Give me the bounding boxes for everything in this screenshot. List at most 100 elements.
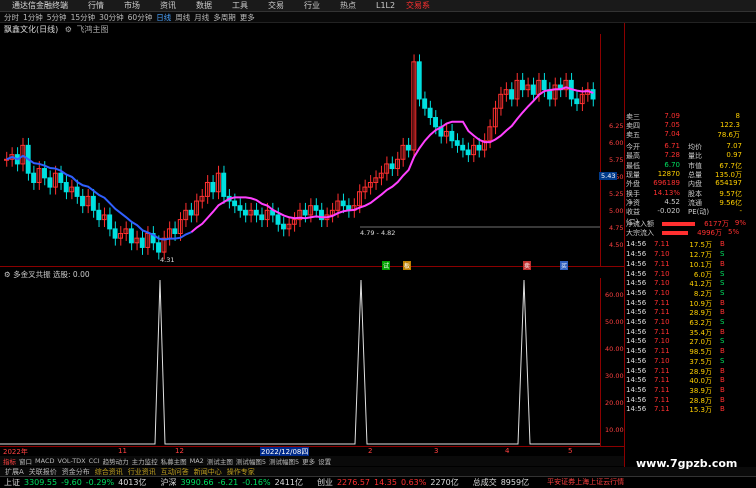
indicator-tab[interactable]: MA2 xyxy=(190,457,204,465)
menu-item-market[interactable]: 市场 xyxy=(124,0,140,11)
ask-label: 卖四 xyxy=(626,122,640,130)
tick-bs: B xyxy=(720,298,725,307)
flow-bar xyxy=(661,222,696,227)
period-tab[interactable]: 15分钟 xyxy=(71,12,96,23)
indicator-tab[interactable]: 设置 xyxy=(318,456,331,466)
settings-gear-icon[interactable]: ⚙ xyxy=(65,25,72,34)
period-tab[interactable]: 30分钟 xyxy=(99,12,124,23)
main-indicator-name[interactable]: 飞鸿主图 xyxy=(77,25,109,34)
indicator-tabs: 指标 窗口 MACD VOL-TDX CCI 趋势动力 主力监控 私募主图 MA2 测试主图 测试幅… xyxy=(0,456,624,466)
stat-label: 流通 xyxy=(688,198,702,207)
menu-item-quotes[interactable]: 行情 xyxy=(88,0,104,11)
index-pct: 0.63% xyxy=(400,477,427,487)
period-tab[interactable]: 多周期 xyxy=(213,12,236,23)
stat-row: 今开 6.71 均价 7.07 xyxy=(626,142,746,151)
tick-bs: S xyxy=(720,279,725,288)
indicator-tab[interactable]: 窗口 xyxy=(19,456,32,466)
candle-body xyxy=(139,237,145,248)
candle-body xyxy=(460,144,466,151)
y-tick: 50.00 xyxy=(605,318,624,326)
tick-bs: B xyxy=(720,366,725,375)
period-tab[interactable]: 月线 xyxy=(194,12,209,23)
tick-time: 14:56 xyxy=(626,288,647,297)
menu-item-l1l2[interactable]: L1L2 xyxy=(376,1,395,10)
stat-label: 收益(二) xyxy=(626,208,640,227)
bottom-tab[interactable]: 操作专家 xyxy=(227,467,255,477)
ask-label: 卖五 xyxy=(626,131,640,139)
indicator-tab[interactable]: 更多 xyxy=(302,456,315,466)
bottom-tab[interactable]: 关联报价 xyxy=(29,467,57,477)
sub-indicator-chart[interactable] xyxy=(0,278,600,446)
bottom-tab[interactable]: 新闻中心 xyxy=(194,467,222,477)
tick-volume: 28.9万 xyxy=(689,367,712,376)
stat-label: 最低 xyxy=(626,161,640,170)
trade-system-link[interactable]: 交易系 xyxy=(406,0,430,11)
period-tab[interactable]: 周线 xyxy=(175,12,190,23)
main-kline-chart[interactable] xyxy=(0,34,600,266)
tick-time: 14:56 xyxy=(626,308,647,317)
flow-row: 净流入额 6177万 9% xyxy=(626,219,746,228)
indicator-tab[interactable]: 测试幅图5 xyxy=(236,456,266,466)
candle-body xyxy=(90,195,96,211)
title-bar: 通达信金融终端 行情 市场 资讯 数据 工具 交易 行业 热点 L1L2 交易系 xyxy=(0,0,756,12)
stat-label: 内盘 xyxy=(688,180,702,189)
indicator-tab[interactable]: MACD xyxy=(35,457,54,465)
menu-item-news[interactable]: 资讯 xyxy=(160,0,176,11)
menu-item-hot[interactable]: 热点 xyxy=(340,0,356,11)
index-item[interactable]: 沪深 3990.66 -6.21 -0.16% 2411亿 xyxy=(160,477,306,488)
period-tab[interactable]: 更多 xyxy=(240,12,255,23)
broker-label: 平安证券上海上证云行情 xyxy=(547,478,625,486)
index-pct: -0.29% xyxy=(85,477,115,487)
indicator-tab[interactable]: 主力监控 xyxy=(132,456,158,466)
candle-body xyxy=(221,172,227,197)
ask-row: 卖四 7.05 122.3 xyxy=(626,121,746,130)
tick-bs: B xyxy=(720,347,725,356)
tick-time: 14:56 xyxy=(626,376,647,385)
sub-y-axis: 60.00 50.00 40.00 30.00 20.00 10.00 xyxy=(600,278,624,446)
bottom-tab[interactable]: 扩展A xyxy=(5,467,24,477)
spike-line xyxy=(0,279,600,445)
bottom-tab[interactable]: 资金分布 xyxy=(62,467,90,477)
candle-body xyxy=(63,181,69,193)
bottom-tab[interactable]: 行业资讯 xyxy=(128,467,156,477)
period-tab-daily[interactable]: 日线 xyxy=(156,12,171,23)
period-tab[interactable]: 5分钟 xyxy=(47,12,67,23)
bottom-tab[interactable]: 综合资讯 xyxy=(95,467,123,477)
stat-label: 最高 xyxy=(626,152,640,161)
index-item[interactable]: 创业 2276.57 14.35 0.63% 2270亿 xyxy=(317,477,463,488)
index-item[interactable]: 总成交 8959亿 xyxy=(473,477,533,488)
panel-divider xyxy=(624,23,625,467)
stat-label: PE(动) xyxy=(688,208,710,217)
indicator-tab[interactable]: 测试幅图5 xyxy=(269,456,299,466)
y-tick: 60.00 xyxy=(605,291,624,299)
stat-value: 6.70 xyxy=(664,160,680,169)
bottom-tab[interactable]: 互动问答 xyxy=(161,467,189,477)
tick-price: 7.11 xyxy=(654,308,670,317)
period-tab[interactable]: 1分钟 xyxy=(23,12,43,23)
period-tab[interactable]: 60分钟 xyxy=(128,12,153,23)
tick-bs: B xyxy=(720,395,725,404)
indicator-tab[interactable]: 私募主图 xyxy=(161,456,187,466)
stat-label: 现量 xyxy=(626,170,640,179)
indicator-tab[interactable]: 测试主图 xyxy=(207,456,233,466)
menu-item-trade[interactable]: 交易 xyxy=(268,0,284,11)
indicator-tab[interactable]: VOL-TDX xyxy=(57,457,85,465)
candle-body xyxy=(509,89,515,100)
index-val: 3990.66 xyxy=(180,477,214,487)
stat-label: 今开 xyxy=(626,143,640,151)
period-tab[interactable]: 分时 xyxy=(4,12,19,23)
menu-item-tools[interactable]: 工具 xyxy=(232,0,248,11)
indicator-tab[interactable]: CCI xyxy=(89,457,100,465)
menu-item-industry[interactable]: 行业 xyxy=(304,0,320,11)
candle-body xyxy=(112,228,118,239)
indicator-tab[interactable]: 指标 xyxy=(3,456,16,466)
stat-label: 净资 xyxy=(626,198,640,207)
stat-value: 6.71 xyxy=(664,142,680,150)
y-tick: 40.00 xyxy=(605,345,624,353)
indicator-tab[interactable]: 趋势动力 xyxy=(103,456,129,466)
ask-row: 卖三 7.09 8 xyxy=(626,112,746,121)
index-item[interactable]: 上证 3309.55 -9.60 -0.29% 4013亿 xyxy=(4,477,150,488)
menu-item-data[interactable]: 数据 xyxy=(196,0,212,11)
candle-body xyxy=(242,209,248,216)
low-price-label: 4.31 xyxy=(160,256,175,264)
